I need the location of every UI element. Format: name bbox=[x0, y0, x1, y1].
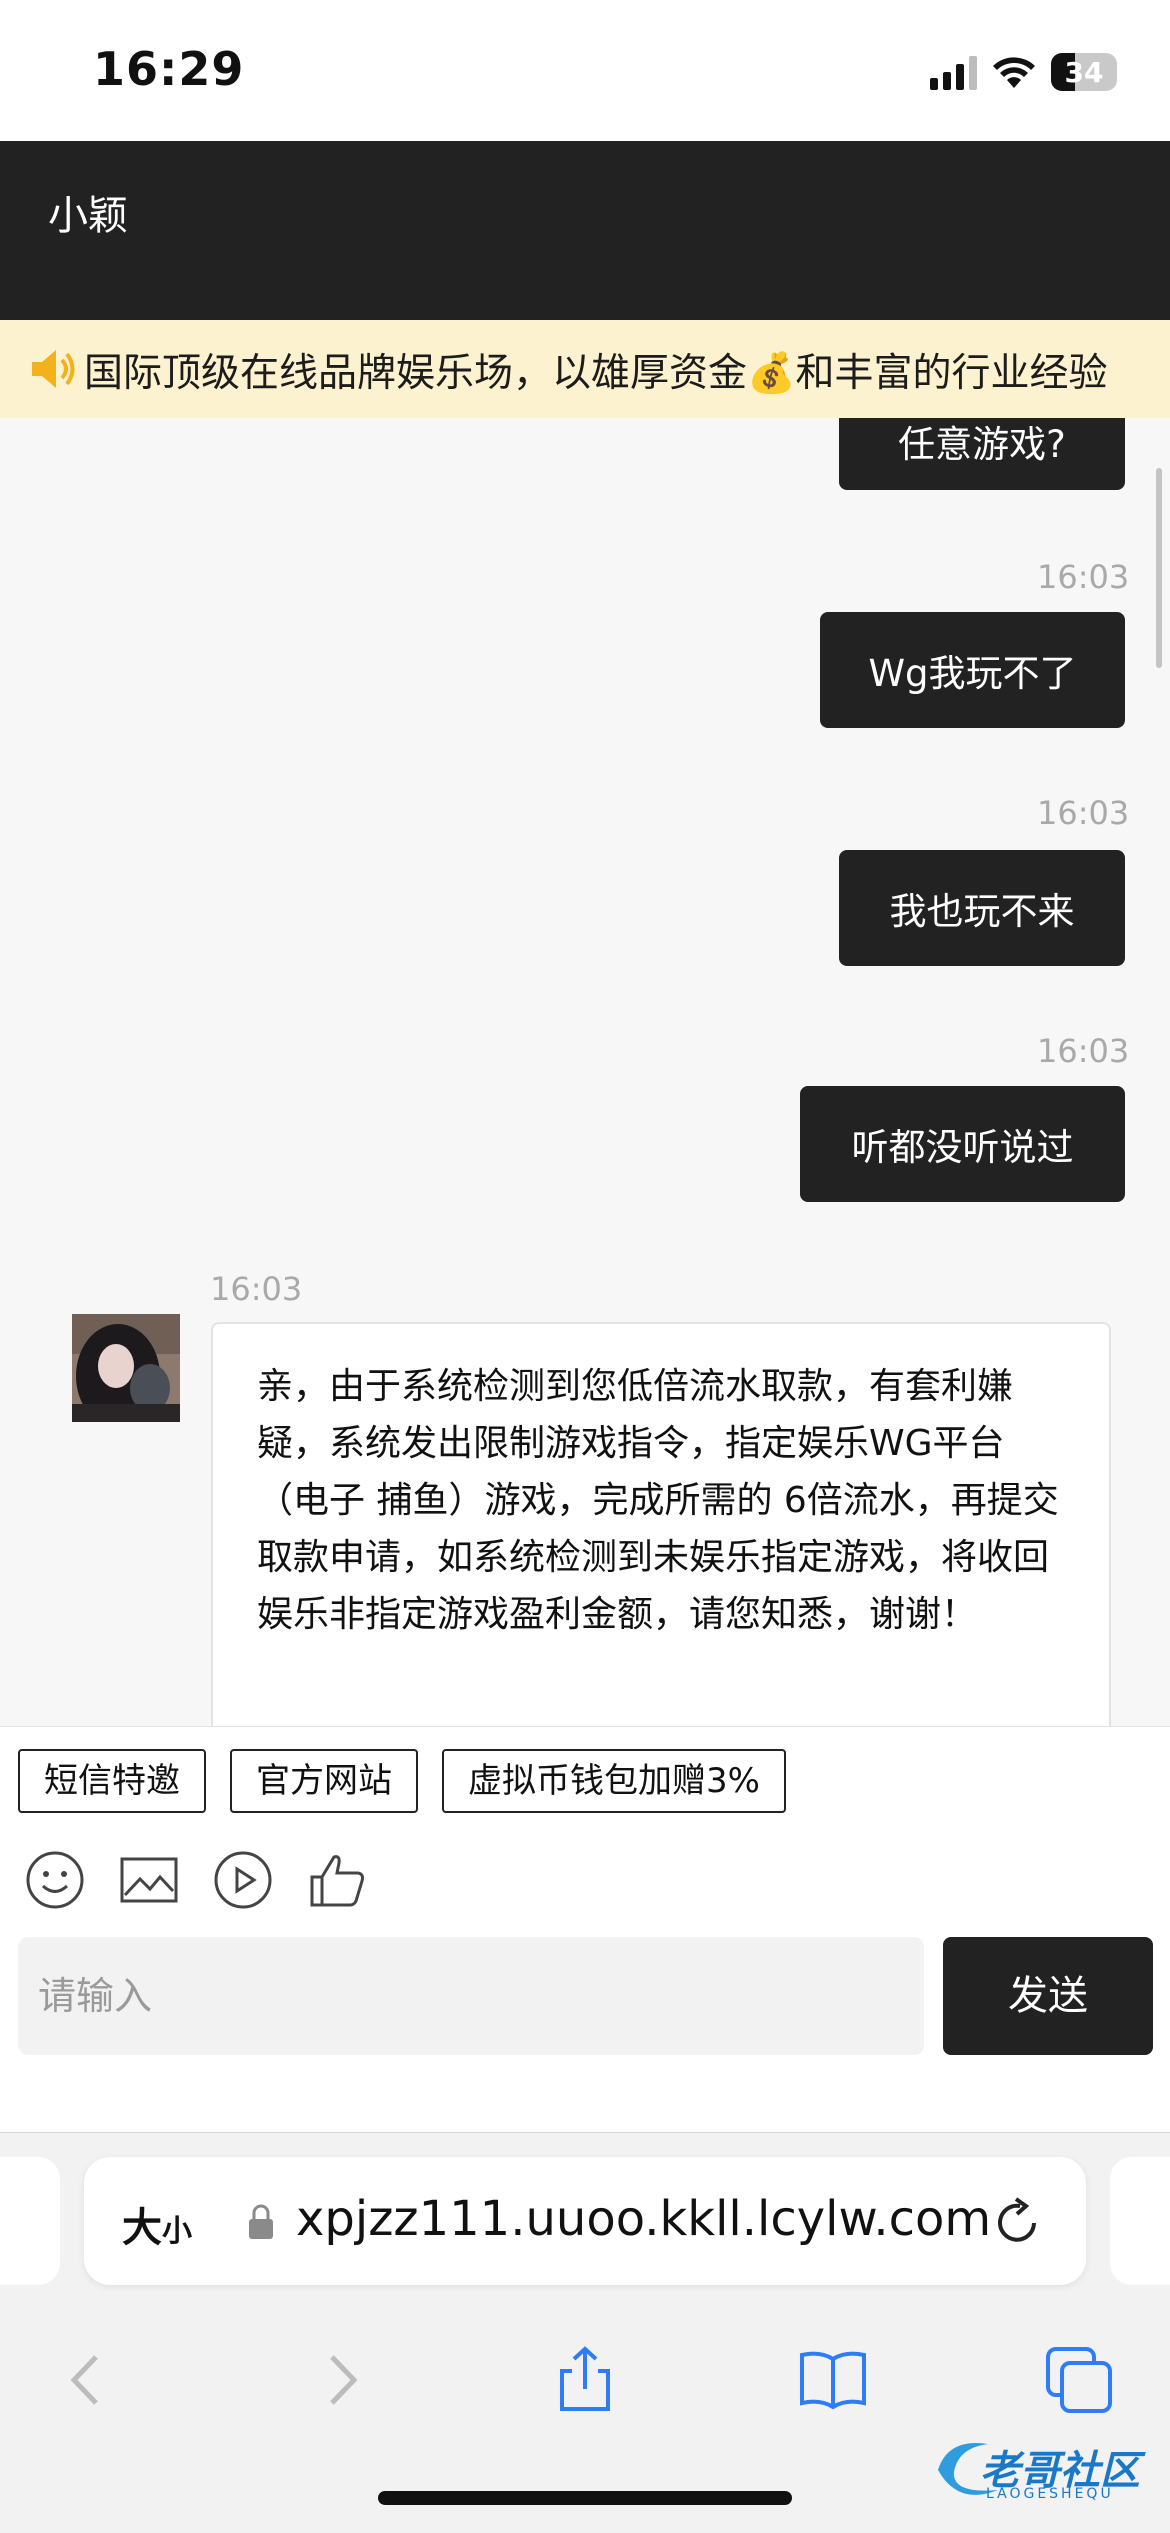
message-outgoing: 任意游戏? bbox=[839, 418, 1125, 490]
home-indicator bbox=[378, 2491, 792, 2505]
share-icon[interactable] bbox=[550, 2345, 620, 2415]
quick-reply-official-site[interactable]: 官方网站 bbox=[230, 1749, 418, 1813]
message-text: 听都没听说过 bbox=[851, 1126, 1074, 1169]
message-time: 16:03 bbox=[210, 1270, 303, 1308]
url-text[interactable]: xpjzz111.uuoo.kkll.lcylw.com bbox=[296, 2191, 991, 2247]
notice-marquee: 国际顶级在线品牌娱乐场，以雄厚资金💰和丰富的行业经验 bbox=[0, 320, 1170, 418]
message-time: 16:03 bbox=[1037, 794, 1130, 832]
text-size-button[interactable]: 大小 bbox=[122, 2195, 192, 2253]
previous-tab-peek[interactable] bbox=[0, 2157, 60, 2285]
reload-icon[interactable] bbox=[990, 2195, 1044, 2249]
message-text: 任意游戏? bbox=[898, 423, 1066, 466]
wifi-icon bbox=[991, 54, 1037, 90]
address-bar[interactable]: 大小 xpjzz111.uuoo.kkll.lcylw.com bbox=[84, 2157, 1086, 2285]
forward-icon[interactable] bbox=[306, 2345, 376, 2415]
cellular-signal-icon bbox=[930, 54, 977, 90]
watermark: 老哥社区 LAOGESHEQU bbox=[928, 2430, 1162, 2508]
composer: 短信特邀 官方网站 虚拟币钱包加赠3% 请输入 发送 bbox=[0, 1726, 1170, 2133]
message-incoming: 亲，由于系统检测到您低倍流水取款，有套利嫌疑，系统发出限制游戏指令，指定娱乐WG… bbox=[211, 1322, 1111, 1726]
send-button[interactable]: 发送 bbox=[943, 1937, 1153, 2055]
browser-nav bbox=[0, 2323, 1170, 2433]
message-text: 我也玩不来 bbox=[889, 890, 1075, 933]
message-outgoing: Wg我玩不了 bbox=[820, 612, 1125, 728]
chat-title: 小颖 bbox=[48, 193, 128, 239]
status-icons: 34 bbox=[930, 50, 1117, 94]
quick-reply-crypto-bonus[interactable]: 虚拟币钱包加赠3% bbox=[442, 1749, 786, 1813]
message-outgoing: 听都没听说过 bbox=[800, 1086, 1125, 1202]
status-bar: 16:29 34 bbox=[0, 0, 1170, 141]
message-input[interactable]: 请输入 bbox=[18, 1937, 924, 2055]
thumbs-up-icon[interactable] bbox=[306, 1849, 368, 1911]
avatar[interactable] bbox=[72, 1314, 180, 1422]
speaker-icon bbox=[32, 350, 75, 388]
quick-replies: 短信特邀 官方网站 虚拟币钱包加赠3% bbox=[18, 1749, 786, 1813]
scrollbar[interactable] bbox=[1156, 468, 1162, 668]
message-list[interactable]: 任意游戏? 16:03 Wg我玩不了 16:03 我也玩不来 16:03 听都没… bbox=[0, 418, 1170, 1726]
emoji-icon[interactable] bbox=[24, 1849, 86, 1911]
message-text: Wg我玩不了 bbox=[868, 652, 1077, 695]
message-time: 16:03 bbox=[1037, 1032, 1130, 1070]
battery-level: 34 bbox=[1064, 55, 1104, 89]
video-icon[interactable] bbox=[212, 1849, 274, 1911]
tabs-icon[interactable] bbox=[1044, 2345, 1114, 2415]
watermark-subtext: LAOGESHEQU bbox=[986, 2486, 1114, 2502]
message-time: 16:03 bbox=[1037, 558, 1130, 596]
back-icon[interactable] bbox=[52, 2345, 122, 2415]
battery-icon: 34 bbox=[1051, 53, 1117, 91]
quick-reply-sms-invite[interactable]: 短信特邀 bbox=[18, 1749, 206, 1813]
notice-text: 国际顶级在线品牌娱乐场，以雄厚资金💰和丰富的行业经验 bbox=[84, 351, 1108, 396]
status-time: 16:29 bbox=[93, 42, 245, 96]
bookmarks-icon[interactable] bbox=[798, 2345, 868, 2415]
next-tab-peek[interactable] bbox=[1110, 2157, 1170, 2285]
lock-icon bbox=[249, 2204, 273, 2239]
message-outgoing: 我也玩不来 bbox=[839, 850, 1125, 966]
composer-toolbar bbox=[24, 1849, 368, 1911]
chat-header: 小颖 bbox=[0, 141, 1170, 320]
message-text: 亲，由于系统检测到您低倍流水取款，有套利嫌疑，系统发出限制游戏指令，指定娱乐WG… bbox=[257, 1366, 1059, 1635]
image-icon[interactable] bbox=[118, 1849, 180, 1911]
